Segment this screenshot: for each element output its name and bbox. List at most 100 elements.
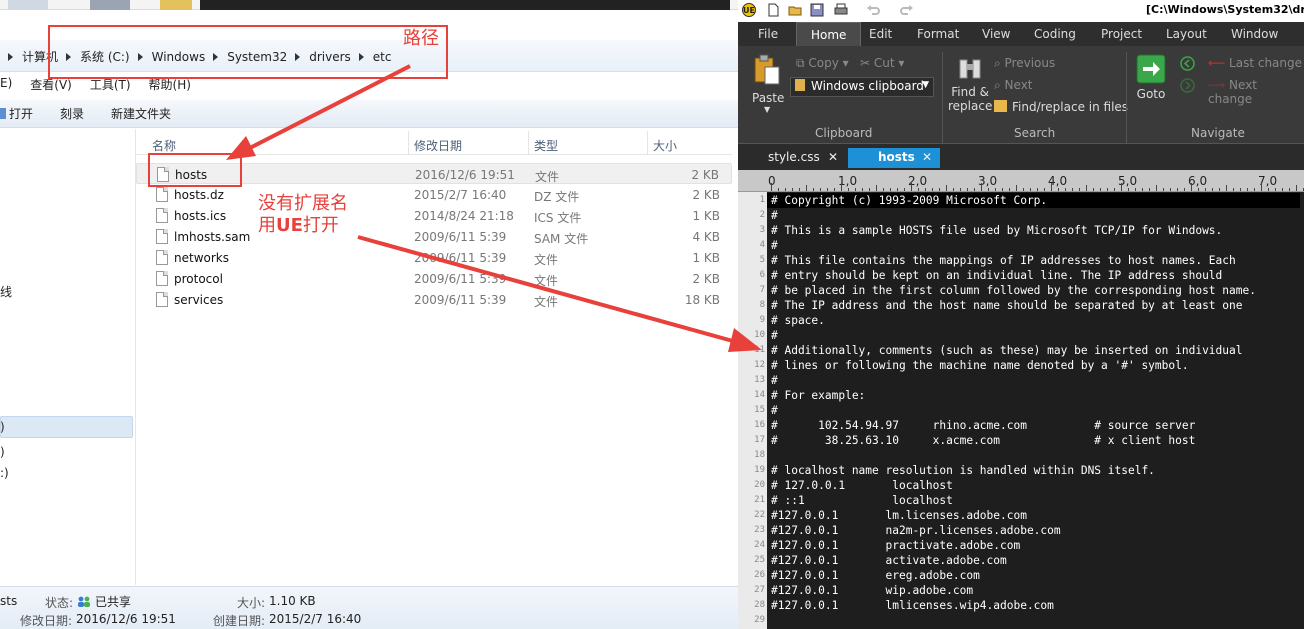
ruler-tick bbox=[1030, 188, 1031, 191]
nav-item[interactable]: 线 bbox=[0, 283, 12, 300]
code-line[interactable]: # localhost name resolution is handled w… bbox=[771, 463, 1155, 478]
tab-window[interactable]: Window bbox=[1231, 27, 1278, 41]
file-icon bbox=[156, 208, 168, 223]
menu-bar: E) 查看(V) 工具(T) 帮助(H) bbox=[0, 76, 738, 98]
menu-view[interactable]: 查看(V) bbox=[30, 76, 72, 98]
code-line[interactable]: # The IP address and the host name shoul… bbox=[771, 298, 1242, 313]
file-row-hosts-dz[interactable]: hosts.dz 2015/2/7 16:40 DZ 文件 2 KB bbox=[136, 184, 732, 205]
code-line[interactable]: # space. bbox=[771, 313, 825, 328]
code-line[interactable]: # bbox=[771, 328, 778, 343]
code-line[interactable]: # be placed in the first column followed… bbox=[771, 283, 1256, 298]
code-line[interactable]: #127.0.0.1 lm.licenses.adobe.com bbox=[771, 508, 1027, 523]
code-line[interactable]: # This is a sample HOSTS file used by Mi… bbox=[771, 223, 1222, 238]
chevron-down-icon: ▼ bbox=[922, 80, 929, 90]
nav-item[interactable]: ) bbox=[0, 420, 5, 434]
find-previous-button[interactable]: ⌕ Previous bbox=[994, 56, 1055, 71]
code-line[interactable]: # For example: bbox=[771, 388, 865, 403]
menu-tools[interactable]: 工具(T) bbox=[90, 76, 131, 98]
column-type[interactable]: 类型 bbox=[534, 137, 558, 154]
close-icon[interactable]: ✕ bbox=[828, 150, 838, 164]
file-row-services[interactable]: services 2009/6/11 5:39 文件 18 KB bbox=[136, 289, 732, 310]
redo-icon[interactable] bbox=[900, 3, 914, 17]
new-file-icon[interactable] bbox=[766, 3, 780, 17]
paste-icon bbox=[754, 54, 780, 85]
copy-button[interactable]: ⧉ Copy ▾ bbox=[796, 56, 849, 71]
undo-icon[interactable] bbox=[866, 3, 880, 17]
find-in-files-button[interactable]: Find/replace in files bbox=[994, 100, 1128, 114]
find-replace-button[interactable]: Find & replace bbox=[948, 54, 992, 113]
code-line[interactable]: # 102.54.94.97 rhino.acme.com # source s… bbox=[771, 418, 1195, 433]
code-line[interactable]: # bbox=[771, 373, 778, 388]
doc-tab-style-css[interactable]: style.css ✕ bbox=[738, 148, 846, 168]
find-next-button[interactable]: ⌕ Next bbox=[994, 78, 1033, 93]
code-line[interactable]: #127.0.0.1 na2m-pr.licenses.adobe.com bbox=[771, 523, 1061, 538]
code-line[interactable]: #127.0.0.1 activate.adobe.com bbox=[771, 553, 1007, 568]
ruler-tick bbox=[932, 188, 933, 191]
new-folder-button[interactable]: 新建文件夹 bbox=[111, 105, 171, 122]
forward-circle-icon[interactable] bbox=[1180, 78, 1195, 93]
column-divider[interactable] bbox=[408, 131, 409, 155]
ruler-tick bbox=[1051, 183, 1052, 191]
tab-format[interactable]: Format bbox=[917, 27, 959, 41]
nav-selected-item[interactable] bbox=[0, 416, 133, 438]
save-icon[interactable] bbox=[810, 3, 824, 17]
code-line[interactable]: # This file contains the mappings of IP … bbox=[771, 253, 1236, 268]
tab-project[interactable]: Project bbox=[1101, 27, 1142, 41]
code-line[interactable]: # 38.25.63.10 x.acme.com # x client host bbox=[771, 433, 1195, 448]
line-number: 24 bbox=[754, 540, 765, 550]
line-number: 29 bbox=[754, 615, 765, 625]
paste-button[interactable]: Paste ▼ bbox=[752, 54, 784, 114]
code-line[interactable]: #127.0.0.1 practivate.adobe.com bbox=[771, 538, 1020, 553]
column-divider[interactable] bbox=[528, 131, 529, 155]
tab-layout[interactable]: Layout bbox=[1166, 27, 1207, 41]
tab-home[interactable]: Home bbox=[796, 22, 862, 46]
file-row-networks[interactable]: networks 2009/6/11 5:39 文件 1 KB bbox=[136, 247, 732, 268]
column-date[interactable]: 修改日期 bbox=[414, 137, 462, 154]
code-line[interactable]: # ::1 localhost bbox=[771, 493, 953, 508]
open-button[interactable]: 打开 bbox=[0, 105, 33, 122]
back-circle-icon[interactable] bbox=[1180, 56, 1195, 71]
column-name[interactable]: 名称 bbox=[152, 137, 176, 154]
close-icon[interactable]: ✕ bbox=[922, 150, 932, 164]
code-line[interactable]: # bbox=[771, 403, 778, 418]
code-line[interactable]: # 127.0.0.1 localhost bbox=[771, 478, 953, 493]
code-line[interactable]: #127.0.0.1 lmlicenses.wip4.adobe.com bbox=[771, 598, 1054, 613]
burn-button[interactable]: 刻录 bbox=[60, 105, 84, 122]
column-size[interactable]: 大小 bbox=[653, 137, 677, 154]
last-change-button[interactable]: ⟵ Last change bbox=[1208, 56, 1302, 70]
tab-view[interactable]: View bbox=[982, 27, 1010, 41]
tab-edit[interactable]: Edit bbox=[869, 27, 892, 41]
code-line[interactable]: # Copyright (c) 1993-2009 Microsoft Corp… bbox=[767, 193, 1300, 208]
code-line[interactable]: #127.0.0.1 wip.adobe.com bbox=[771, 583, 973, 598]
code-editor[interactable]: 1 # Copyright (c) 1993-2009 Microsoft Cor… bbox=[738, 192, 1304, 629]
menu-edit[interactable]: E) bbox=[0, 76, 12, 98]
file-row-lmhosts-sam[interactable]: lmhosts.sam 2009/6/11 5:39 SAM 文件 4 KB bbox=[136, 226, 732, 247]
file-icon bbox=[156, 250, 168, 265]
ruler-tick bbox=[939, 188, 940, 191]
explorer-window: 计算机 系统 (C:) Windows System32 drivers etc… bbox=[0, 0, 738, 629]
print-icon[interactable] bbox=[834, 3, 848, 17]
line-number: 19 bbox=[754, 465, 765, 475]
line-number: 9 bbox=[759, 315, 765, 325]
code-line[interactable]: #127.0.0.1 ereg.adobe.com bbox=[771, 568, 980, 583]
code-line[interactable]: # bbox=[771, 238, 778, 253]
file-row-hosts-ics[interactable]: hosts.ics 2014/8/24 21:18 ICS 文件 1 KB bbox=[136, 205, 732, 226]
code-line[interactable]: # Additionally, comments (such as these)… bbox=[771, 343, 1242, 358]
line-number: 28 bbox=[754, 600, 765, 610]
nav-item[interactable]: :) bbox=[0, 466, 9, 480]
code-line[interactable]: # lines or following the machine name de… bbox=[771, 358, 1189, 373]
tab-coding[interactable]: Coding bbox=[1034, 27, 1076, 41]
open-folder-icon[interactable] bbox=[788, 3, 802, 17]
file-row-protocol[interactable]: protocol 2009/6/11 5:39 文件 2 KB bbox=[136, 268, 732, 289]
goto-button[interactable]: Goto bbox=[1136, 54, 1166, 101]
clipboard-select[interactable]: Windows clipboard ▼ bbox=[790, 77, 934, 97]
doc-tab-hosts[interactable]: hosts ✕ bbox=[848, 148, 940, 168]
next-change-button[interactable]: ⟶ Next change bbox=[1208, 78, 1304, 106]
column-divider[interactable] bbox=[647, 131, 648, 155]
menu-help[interactable]: 帮助(H) bbox=[149, 76, 191, 98]
cut-button[interactable]: ✂ Cut ▾ bbox=[860, 56, 904, 70]
code-line[interactable]: # bbox=[771, 208, 778, 223]
tab-file[interactable]: File bbox=[758, 27, 778, 41]
nav-item[interactable]: ) bbox=[0, 445, 5, 459]
code-line[interactable]: # entry should be kept on an individual … bbox=[771, 268, 1222, 283]
